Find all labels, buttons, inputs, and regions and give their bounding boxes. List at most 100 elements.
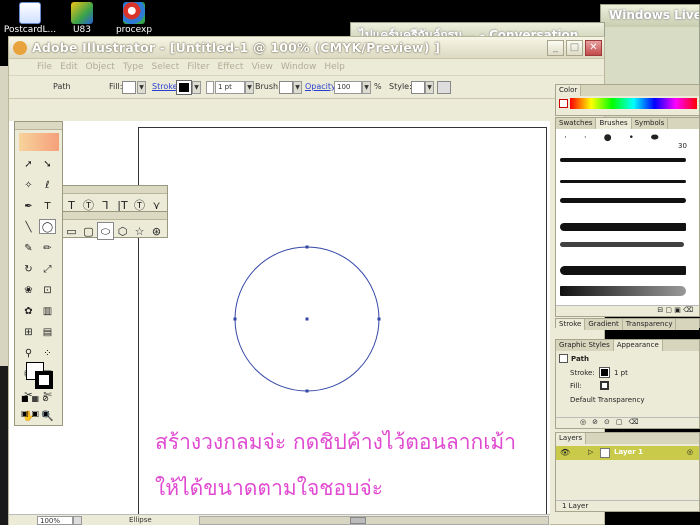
procexp-desktop-icon[interactable]: procexp xyxy=(104,0,164,40)
menu-filter[interactable]: Filter xyxy=(187,62,209,72)
art-brush-stroke[interactable] xyxy=(560,158,686,162)
eye-visibility-icon[interactable]: 👁 xyxy=(560,448,570,457)
menu-file[interactable]: File xyxy=(37,62,52,72)
toolbox-grip[interactable] xyxy=(15,122,62,130)
line-tool-icon[interactable]: ╲ xyxy=(20,220,37,235)
none-color-swatch[interactable] xyxy=(559,99,568,108)
free-transform-tool-icon[interactable]: ⊡ xyxy=(39,283,56,298)
color-spectrum[interactable] xyxy=(570,98,697,109)
appearance-tab[interactable]: Appearance xyxy=(613,340,663,351)
gradient-tool-icon[interactable]: ▤ xyxy=(39,325,56,340)
title-bar[interactable]: Adobe Illustrator - [Untitled-1 @ 100% (… xyxy=(9,37,604,59)
menu-type[interactable]: Type xyxy=(123,62,144,72)
flare-tool-icon[interactable]: ⊛ xyxy=(148,223,165,241)
appearance-panel-footer[interactable]: ◎⊘⊙▢⌫ xyxy=(556,417,699,428)
blend-tool-icon[interactable]: ⁘ xyxy=(39,346,56,361)
menu-edit[interactable]: Edit xyxy=(60,62,77,72)
brush-dropdown[interactable]: ▼ xyxy=(293,81,302,94)
stroke-weight-dropdown[interactable]: ▼ xyxy=(245,81,254,94)
menu-select[interactable]: Select xyxy=(151,62,179,72)
direct-selection-tool-icon[interactable]: ➘ xyxy=(39,157,56,172)
paintbrush-tool-icon[interactable]: ✎ xyxy=(20,241,37,256)
rotate-tool-icon[interactable]: ↻ xyxy=(20,262,37,277)
layers-tab[interactable]: Layers xyxy=(556,433,587,444)
rounded-rectangle-tool-icon[interactable]: ▢ xyxy=(80,223,97,241)
menu-effect[interactable]: Effect xyxy=(218,62,244,72)
eyedropper-tool-icon[interactable]: ⚲ xyxy=(20,346,37,361)
ellipse-tool-icon[interactable]: ◯ xyxy=(39,219,56,234)
opacity-field[interactable]: 100 xyxy=(334,81,362,94)
stroke-swatch[interactable] xyxy=(176,80,192,95)
flyout-grip[interactable] xyxy=(63,186,167,194)
document-canvas[interactable]: สร้างวงกลมจ่ะ กดชิปค้างไว้ตอนลากเม้า ให้… xyxy=(9,121,550,525)
style-swatch[interactable] xyxy=(411,81,425,94)
menu-view[interactable]: View xyxy=(251,62,272,72)
anchor-point-right[interactable] xyxy=(377,317,381,321)
art-brush-stroke[interactable] xyxy=(560,223,686,231)
warp-tool-icon[interactable]: ❀ xyxy=(20,283,37,298)
color-tab[interactable]: Color xyxy=(556,85,582,96)
transform-icon[interactable] xyxy=(437,81,451,94)
zoom-field[interactable]: 100% xyxy=(37,516,73,525)
style-dropdown[interactable]: ▼ xyxy=(425,81,434,94)
appearance-fill-swatch[interactable] xyxy=(600,381,609,390)
menu-object[interactable]: Object xyxy=(86,62,115,72)
scale-tool-icon[interactable]: ⤢ xyxy=(39,262,56,277)
graph-tool-icon[interactable]: ▥ xyxy=(39,304,56,319)
art-brush-stroke[interactable] xyxy=(560,266,686,275)
u83-desktop-icon[interactable]: U83 xyxy=(52,0,112,40)
pencil-tool-icon[interactable]: ✏ xyxy=(39,241,56,256)
rectangle-tool-icon[interactable]: ▭ xyxy=(63,223,80,241)
art-brush-stroke[interactable] xyxy=(560,242,684,247)
art-brush-stroke[interactable] xyxy=(560,180,686,183)
symbols-tab[interactable]: Symbols xyxy=(632,118,669,129)
layer-row[interactable]: 👁 ▷ Layer 1 ◎ xyxy=(556,446,699,460)
lasso-tool-icon[interactable]: ℓ xyxy=(39,178,56,193)
maximize-button[interactable]: □ xyxy=(566,40,583,56)
stroke-weight-field[interactable]: 1 pt xyxy=(215,81,245,94)
color-mode-buttons[interactable]: ■▦⊘ xyxy=(21,394,57,404)
screen-mode-buttons[interactable]: ▣▣▣ xyxy=(21,409,57,419)
transparency-tab[interactable]: Transparency xyxy=(623,319,677,330)
postcard-desktop-icon[interactable]: PostcardL... xyxy=(0,0,60,40)
calligraphic-brushes-row[interactable]: ·‧●•⬬ xyxy=(556,133,696,147)
layer-name[interactable]: Layer 1 xyxy=(614,448,643,456)
opacity-label[interactable]: Opacity: xyxy=(305,82,338,91)
brushes-tab[interactable]: Brushes xyxy=(596,118,632,129)
polygon-tool-icon[interactable]: ⬡ xyxy=(114,223,131,241)
symbol-sprayer-tool-icon[interactable]: ✿ xyxy=(20,304,37,319)
expand-triangle-icon[interactable]: ▷ xyxy=(588,448,593,456)
swatches-tab[interactable]: Swatches xyxy=(556,118,597,129)
menu-help[interactable]: Help xyxy=(324,62,345,72)
mesh-tool-icon[interactable]: ⊞ xyxy=(20,325,37,340)
gradient-tab[interactable]: Gradient xyxy=(585,319,623,330)
minimize-button[interactable]: _ xyxy=(547,40,564,56)
horizontal-scrollbar[interactable] xyxy=(199,516,549,525)
scrollbar-thumb[interactable] xyxy=(350,517,366,524)
stroke-weight-stepper[interactable] xyxy=(206,81,214,94)
fill-dropdown[interactable]: ▼ xyxy=(137,81,146,94)
stroke-dropdown[interactable]: ▼ xyxy=(192,81,201,94)
selection-tool-icon[interactable]: ➚ xyxy=(20,157,37,172)
star-tool-icon[interactable]: ☆ xyxy=(131,223,148,241)
pen-tool-icon[interactable]: ✒ xyxy=(20,199,37,214)
brush-swatch[interactable] xyxy=(279,81,293,94)
stroke-label[interactable]: Stroke: xyxy=(152,82,180,91)
type-tool-icon[interactable]: T xyxy=(39,199,56,214)
close-button[interactable]: ✕ xyxy=(585,40,602,56)
art-brush-stroke[interactable] xyxy=(560,198,686,203)
appearance-stroke-swatch[interactable] xyxy=(599,367,610,378)
anchor-point-left[interactable] xyxy=(233,317,237,321)
flyout-grip[interactable] xyxy=(63,212,167,220)
stroke-color-box[interactable] xyxy=(35,371,53,389)
art-brush-stroke[interactable] xyxy=(560,286,686,296)
opacity-dropdown[interactable]: ▼ xyxy=(362,81,371,94)
magic-wand-tool-icon[interactable]: ✧ xyxy=(20,178,37,193)
ellipse-tool-icon[interactable]: ⬭ xyxy=(97,222,114,240)
stroke-tab[interactable]: Stroke xyxy=(556,319,586,330)
menu-window[interactable]: Window xyxy=(281,62,317,72)
brushes-panel-footer[interactable]: ⊟ ▢ ▣ ⌫ xyxy=(556,305,699,316)
graphic-styles-tab[interactable]: Graphic Styles xyxy=(556,340,614,351)
fill-swatch[interactable] xyxy=(122,81,136,94)
anchor-point-top[interactable] xyxy=(305,245,309,249)
